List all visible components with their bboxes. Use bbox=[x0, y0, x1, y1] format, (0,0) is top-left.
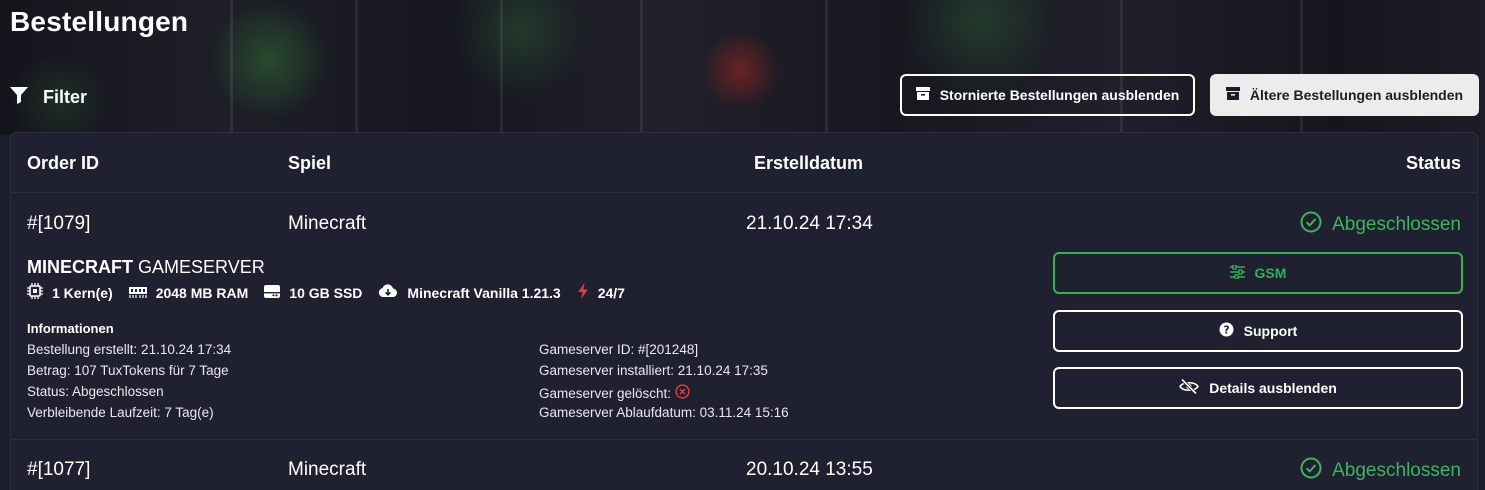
spec-ram: 2048 MB RAM bbox=[128, 284, 249, 301]
archive-icon bbox=[915, 87, 930, 103]
product-title-rest: GAMESERVER bbox=[133, 257, 265, 277]
hide-details-button[interactable]: Details ausblenden bbox=[1053, 367, 1463, 409]
hide-older-label: Ältere Bestellungen ausblenden bbox=[1249, 87, 1464, 103]
filter-toggle[interactable]: Filter bbox=[9, 84, 87, 110]
product-title-bold: MINECRAFT bbox=[27, 257, 133, 277]
table-header: Order ID Spiel Erstelldatum Status bbox=[11, 133, 1477, 193]
info-heading: Informationen bbox=[27, 321, 114, 336]
status-badge: Abgeschlossen bbox=[1300, 211, 1461, 239]
filter-label: Filter bbox=[43, 86, 88, 107]
spec-cpu: 1 Kern(e) bbox=[27, 283, 113, 302]
product-title: MINECRAFT GAMESERVER bbox=[27, 257, 265, 278]
spec-uptime: 24/7 bbox=[577, 283, 625, 302]
header-order-id: Order ID bbox=[27, 153, 100, 173]
row-divider bbox=[11, 439, 1477, 440]
info-expiry: Gameserver Ablaufdatum: 03.11.24 15:16 bbox=[539, 405, 789, 420]
game-name: Minecraft bbox=[288, 459, 367, 480]
archive-icon bbox=[1225, 87, 1240, 103]
order-id: #[1077] bbox=[27, 459, 91, 480]
header-game: Spiel bbox=[288, 153, 332, 173]
page-title: Bestellungen bbox=[10, 6, 189, 37]
info-order-created: Bestellung erstellt: 21.10.24 17:34 bbox=[27, 342, 232, 357]
info-deleted-text: Gameserver gelöscht: bbox=[539, 385, 672, 401]
spec-uptime-text: 24/7 bbox=[597, 284, 625, 301]
check-circle-icon bbox=[1300, 457, 1322, 485]
status-text: Abgeschlossen bbox=[1332, 460, 1461, 481]
gsm-label: GSM bbox=[1254, 265, 1287, 281]
header-status: Status bbox=[1405, 153, 1461, 173]
spec-ram-text: 2048 MB RAM bbox=[155, 284, 249, 301]
eye-slash-icon bbox=[1179, 378, 1200, 397]
gsm-button[interactable]: GSM bbox=[1053, 252, 1463, 294]
header-created: Erstelldatum bbox=[754, 153, 864, 173]
filter-icon bbox=[9, 85, 29, 110]
order-id: #[1079] bbox=[27, 213, 91, 234]
created-date: 20.10.24 13:55 bbox=[746, 459, 873, 480]
info-amount: Betrag: 107 TuxTokens für 7 Tage bbox=[27, 363, 229, 378]
spec-disk: 10 GB SSD bbox=[264, 284, 363, 301]
info-remaining: Verbleibende Laufzeit: 7 Tag(e) bbox=[27, 405, 214, 420]
support-button[interactable]: ? Support bbox=[1053, 310, 1463, 352]
product-specs: 1 Kern(e) 2048 MB RAM 10 GB SSD Minecraf… bbox=[27, 283, 641, 302]
info-deleted: Gameserver gelöscht: bbox=[539, 384, 690, 402]
spec-version: Minecraft Vanilla 1.21.3 bbox=[378, 284, 561, 301]
check-circle-icon bbox=[1300, 211, 1322, 239]
cpu-icon bbox=[27, 283, 43, 302]
memory-icon bbox=[128, 285, 147, 301]
question-circle-icon: ? bbox=[1219, 322, 1234, 340]
svg-text:?: ? bbox=[1223, 324, 1229, 336]
info-installed: Gameserver installiert: 21.10.24 17:35 bbox=[539, 363, 768, 378]
info-server-id: Gameserver ID: #[201248] bbox=[539, 342, 699, 357]
spec-disk-text: 10 GB SSD bbox=[289, 284, 363, 301]
bolt-icon bbox=[577, 283, 589, 302]
hide-older-button[interactable]: Ältere Bestellungen ausblenden bbox=[1210, 74, 1479, 116]
status-badge: Abgeschlossen bbox=[1300, 457, 1461, 485]
spec-version-text: Minecraft Vanilla 1.21.3 bbox=[407, 284, 561, 301]
sliders-icon bbox=[1229, 263, 1245, 282]
hard-drive-icon bbox=[264, 284, 281, 301]
orders-table: Order ID Spiel Erstelldatum Status #[107… bbox=[10, 132, 1478, 490]
hide-details-label: Details ausblenden bbox=[1209, 380, 1337, 396]
hide-cancelled-label: Stornierte Bestellungen ausblenden bbox=[939, 87, 1180, 103]
game-name: Minecraft bbox=[288, 213, 367, 234]
hide-cancelled-button[interactable]: Stornierte Bestellungen ausblenden bbox=[900, 74, 1195, 116]
info-status: Status: Abgeschlossen bbox=[27, 384, 164, 399]
x-circle-icon bbox=[675, 384, 690, 402]
status-text: Abgeschlossen bbox=[1332, 214, 1461, 235]
spec-cpu-text: 1 Kern(e) bbox=[52, 284, 113, 301]
created-date: 21.10.24 17:34 bbox=[746, 213, 873, 234]
support-label: Support bbox=[1243, 323, 1298, 339]
cloud-download-icon bbox=[378, 284, 398, 301]
